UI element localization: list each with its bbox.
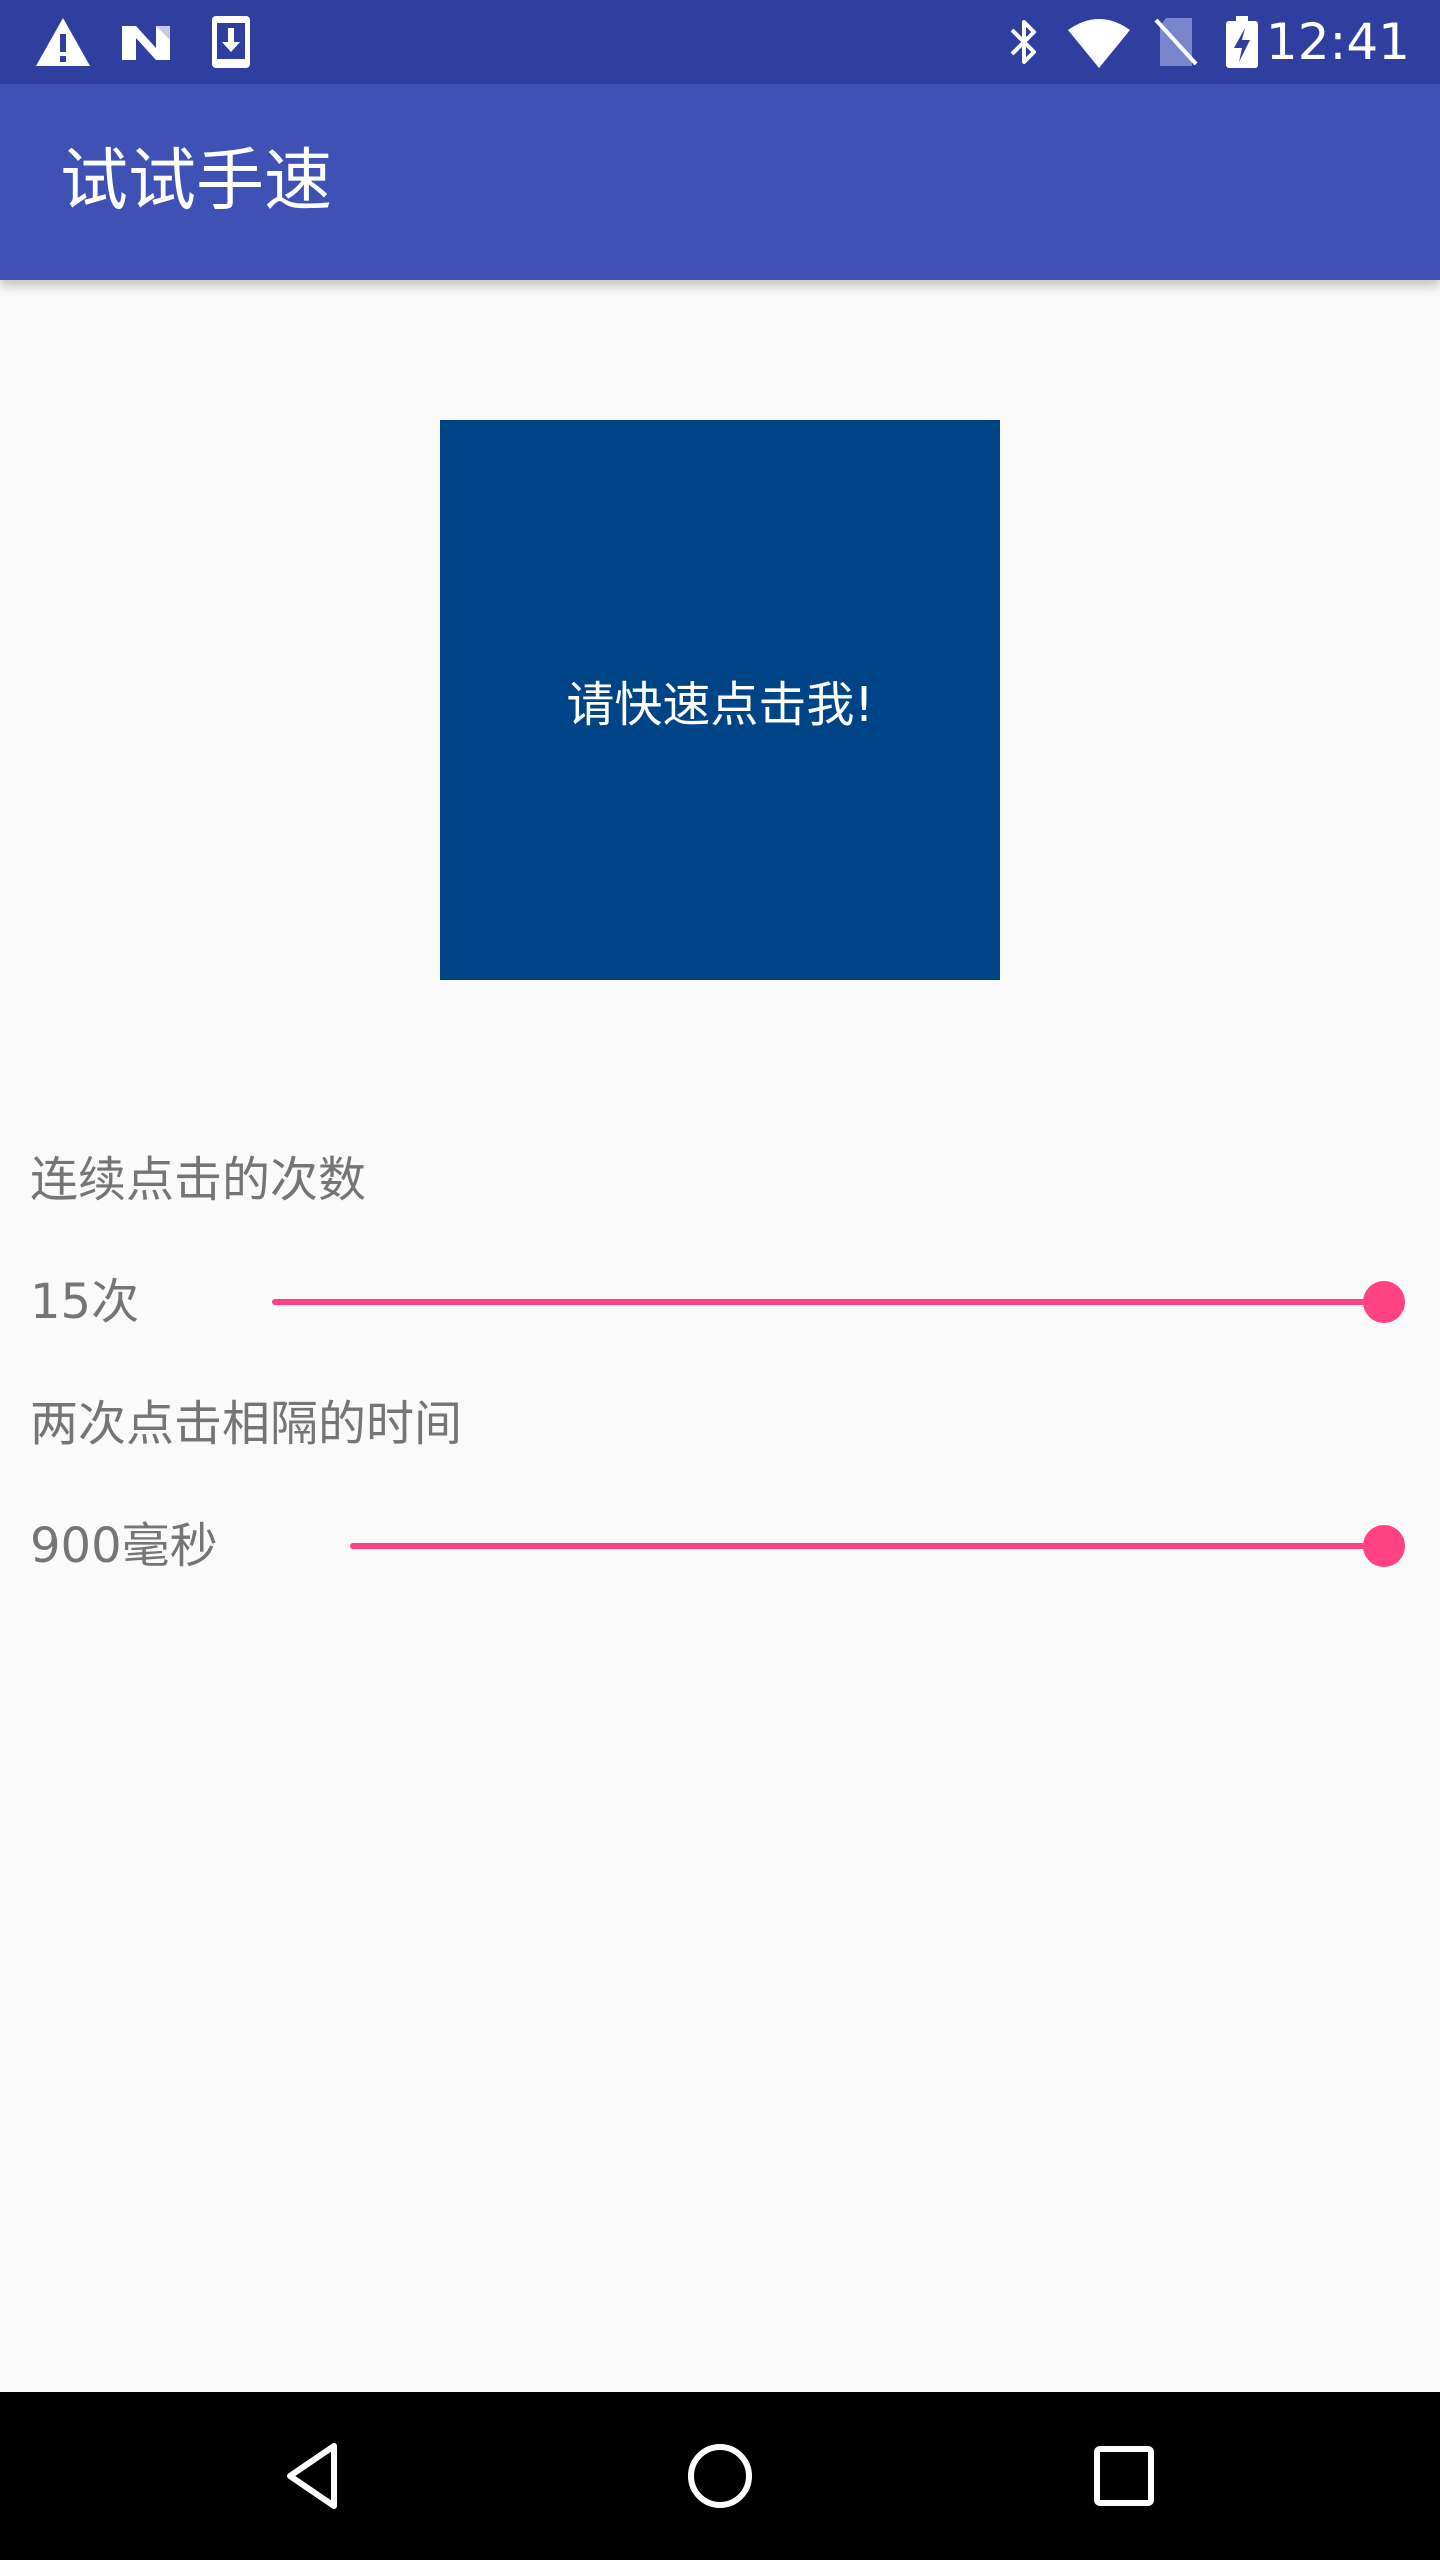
click-count-label: 连续点击的次数 bbox=[30, 1152, 367, 1208]
app-bar: 试试手速 bbox=[0, 84, 1440, 280]
download-icon bbox=[212, 16, 250, 68]
slider-fill bbox=[272, 1299, 1384, 1305]
warning-icon bbox=[36, 18, 90, 66]
battery-charging-icon bbox=[1226, 16, 1258, 68]
home-icon[interactable] bbox=[680, 2436, 760, 2516]
slider-fill bbox=[350, 1543, 1384, 1549]
recents-icon[interactable] bbox=[1084, 2436, 1164, 2516]
navigation-bar bbox=[0, 2392, 1440, 2560]
interval-value: 900毫秒 bbox=[30, 1518, 218, 1574]
tap-target-button[interactable]: 请快速点击我! bbox=[440, 420, 1000, 980]
status-time: 12:41 bbox=[1265, 13, 1410, 71]
wifi-icon bbox=[1068, 19, 1130, 68]
tap-target-label: 请快速点击我! bbox=[566, 677, 874, 733]
app-title: 试试手速 bbox=[60, 142, 333, 221]
n-notification-icon bbox=[122, 26, 170, 60]
status-bar: 12:41 bbox=[0, 0, 1440, 84]
click-count-value: 15次 bbox=[30, 1274, 140, 1330]
no-sim-icon bbox=[1154, 18, 1198, 66]
click-count-slider[interactable] bbox=[272, 1278, 1405, 1326]
interval-slider[interactable] bbox=[350, 1522, 1405, 1570]
interval-label: 两次点击相隔的时间 bbox=[30, 1396, 463, 1452]
bluetooth-icon bbox=[1010, 20, 1036, 64]
slider-thumb[interactable] bbox=[1363, 1281, 1405, 1323]
slider-thumb[interactable] bbox=[1363, 1525, 1405, 1567]
back-icon[interactable] bbox=[276, 2436, 356, 2516]
